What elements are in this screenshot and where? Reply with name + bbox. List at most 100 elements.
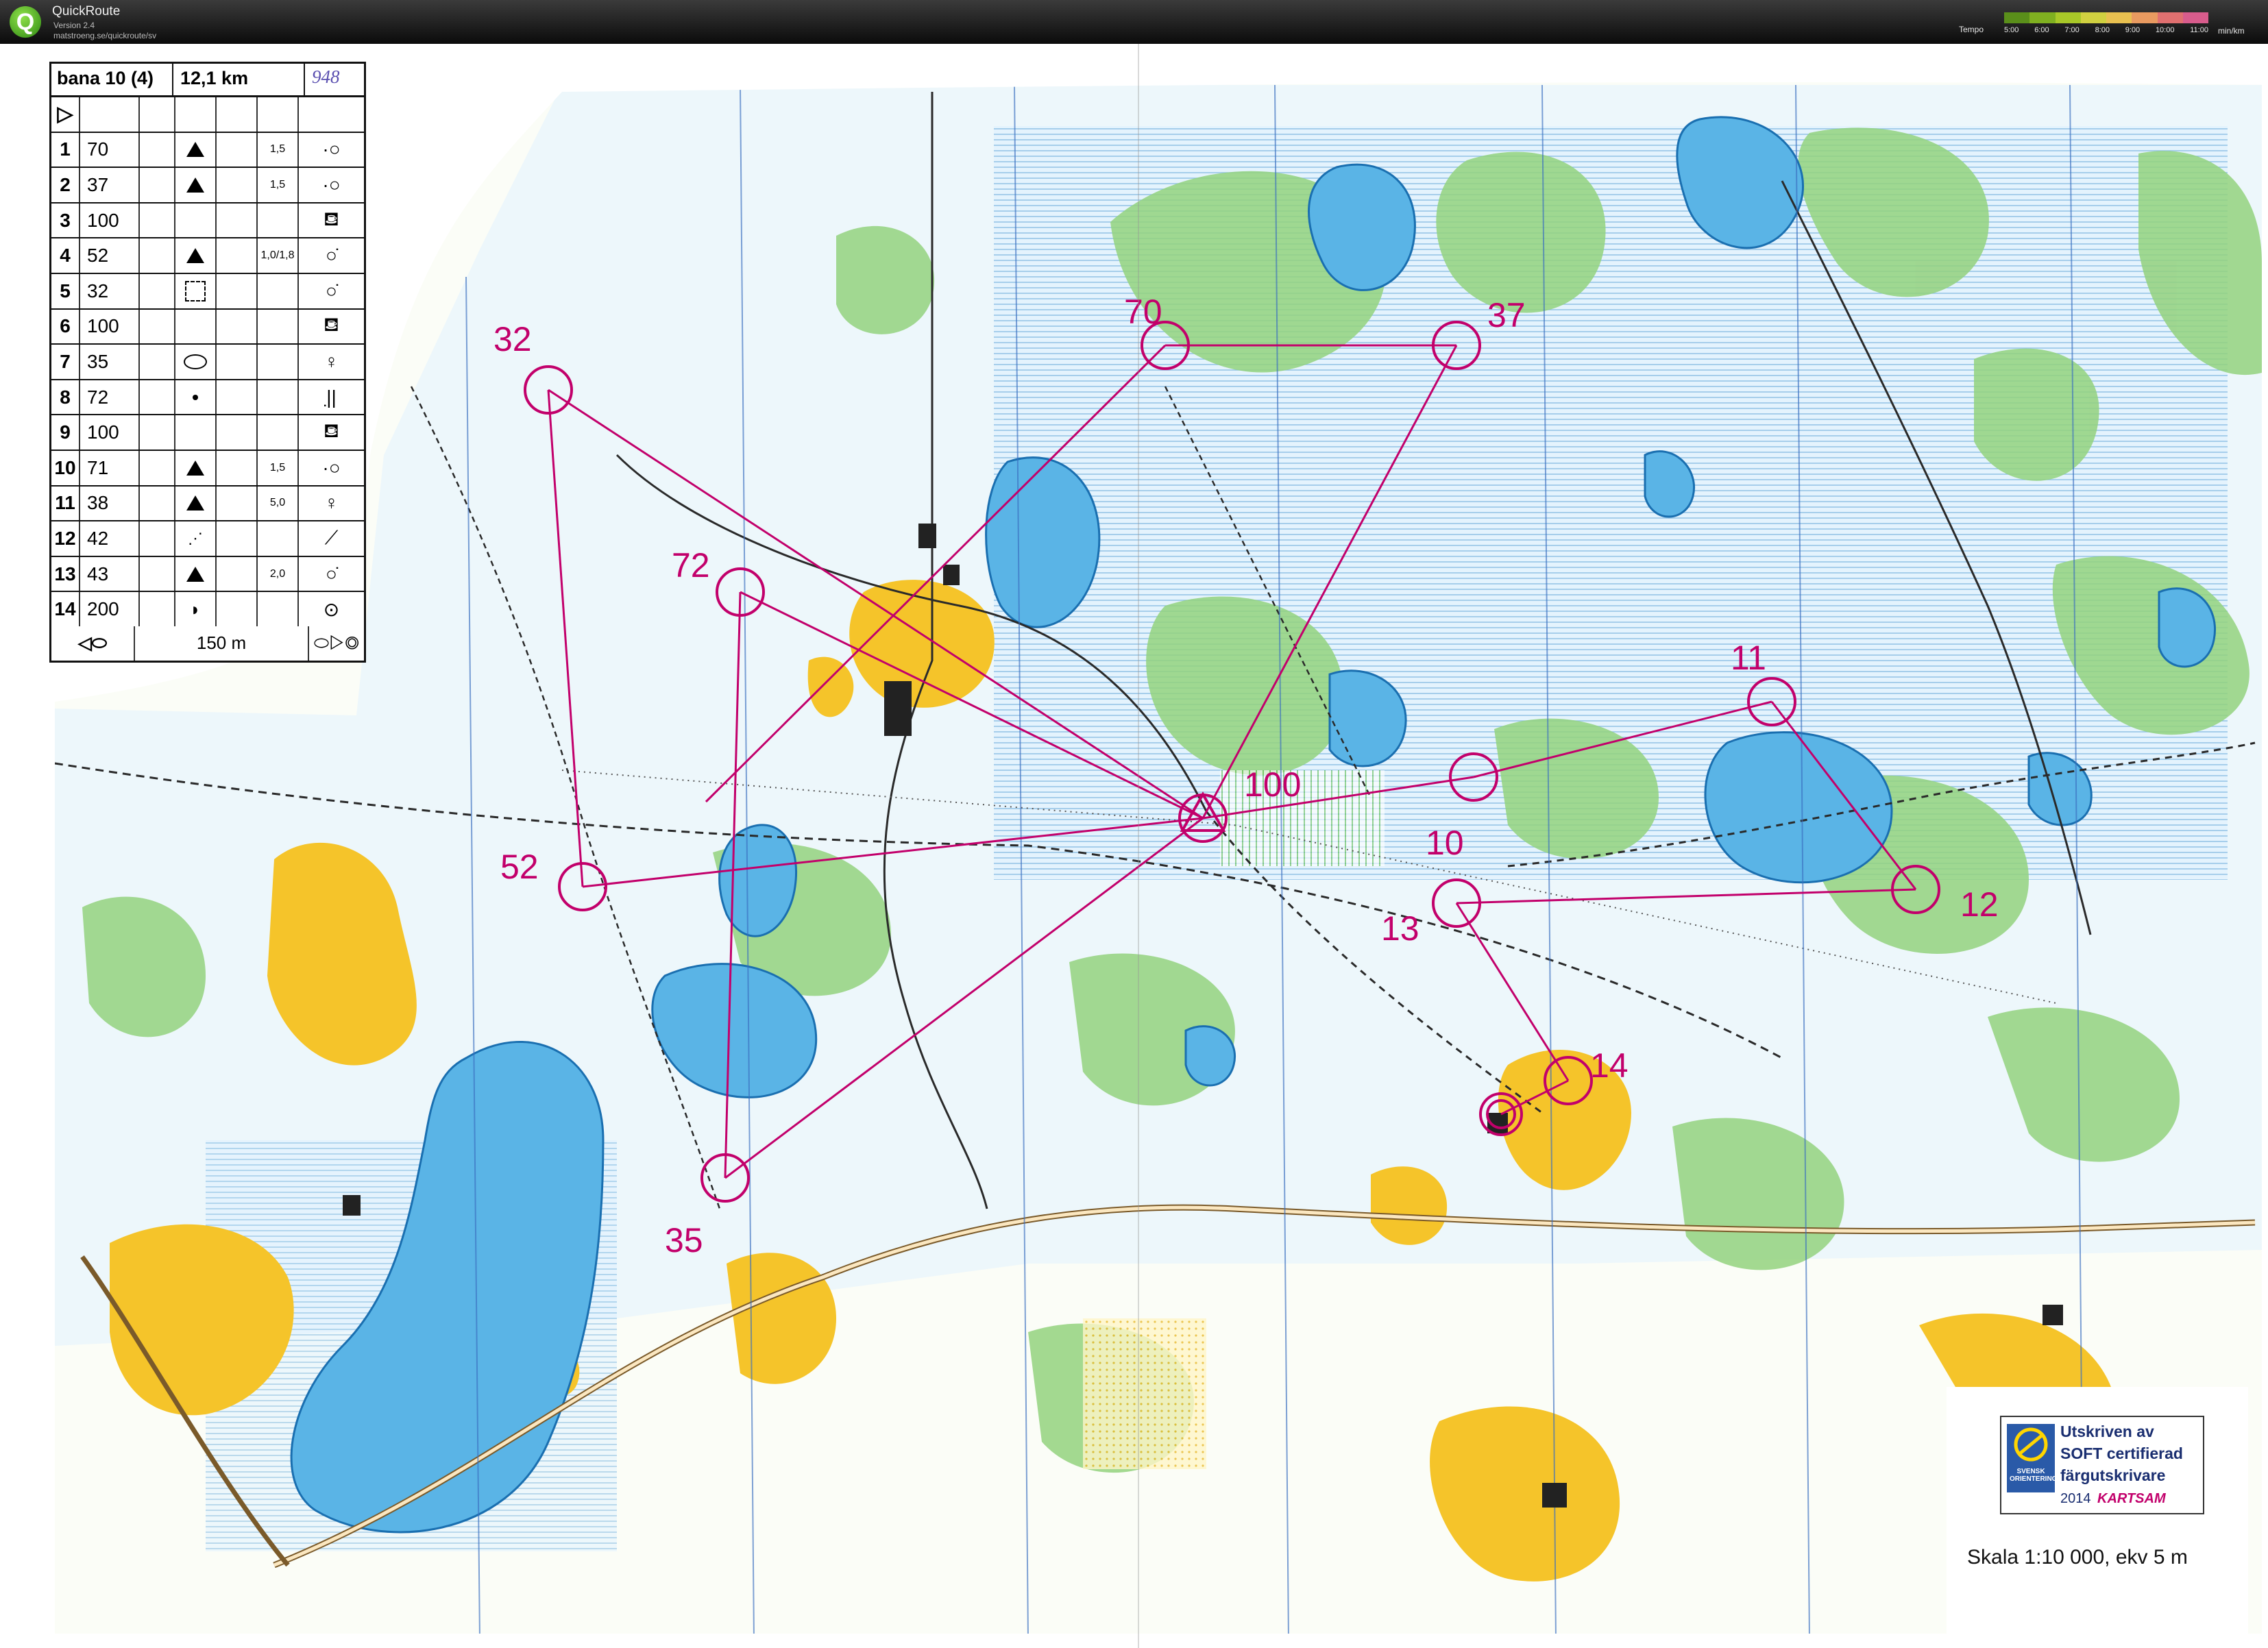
control-code: 43 [80,556,140,591]
o-left-icon: ·○ [322,456,341,478]
control-number: 12 [51,521,80,556]
control-number: 10 [51,450,80,485]
control-label: 32 [493,320,532,358]
feature-size: 5,0 [258,486,299,521]
control-description-row: 1 70 1,5 ·○ [51,132,364,169]
tempo-tick: 7:00 [2064,26,2080,34]
tempo-tick: 9:00 [2125,26,2141,34]
triangle-icon [175,450,217,485]
feature-size: 1,0/1,8 [258,238,299,273]
control-description-row: 5 32 ○̇ [51,273,364,310]
app-version: Version 2.4 [53,21,95,30]
feature-size [258,203,299,238]
map-scale: Skala 1:10 000, ekv 5 m [1967,1546,2188,1569]
triangle-icon [175,556,217,591]
certification-box: SVENSK ORIENTERING Utskriven av SOFT cer… [1947,1387,2248,1647]
empty-cell [175,309,217,344]
finish-right-icon: ⬭▷◎ [313,632,360,653]
orienteering-map[interactable]: 70 37 32 72 100 52 10 11 12 13 14 35 bana 10 (4) 12… [0,44,2268,1648]
control-label: 72 [672,546,710,585]
start-triangle-icon: ▷ [51,97,80,132]
triangle-icon [175,486,217,521]
control-code: 100 [80,415,140,450]
control-label: 52 [500,848,539,886]
control-label: 11 [1731,639,1766,677]
control-description-row: 11 38 5,0 ♀ [51,486,364,522]
drink-icon: ⛾ [324,208,339,230]
control-description-row: 13 43 2,0 ○̇ [51,556,364,593]
feature-size [258,592,299,626]
dot-icon [175,380,217,415]
control-code: 100 [80,309,140,344]
finish-row: ◁⬭ 150 m ⬭▷◎ [51,626,364,661]
control-description-row: 9 100 ⛾ [51,415,364,451]
tempo-ticks: 5:00 6:00 7:00 8:00 9:00 10:00 11:00 [2004,26,2208,34]
start-row: ▷ [51,97,364,133]
tempo-label: Tempo [1959,25,1984,34]
control-number: 14 [51,592,80,626]
drink-icon: ⛾ [324,314,339,336]
feature-size: 1,5 [258,450,299,485]
tempo-swatch [2055,12,2081,23]
control-number: 7 [51,345,80,379]
feature-size [258,273,299,308]
tempo-tick: 6:00 [2034,26,2049,34]
half-circle-icon: ◗ [175,592,217,626]
control-label: 12 [1960,885,1999,924]
feature-size [258,415,299,450]
app-url: matstroeng.se/quickroute/sv [53,31,157,40]
control-description-row: 3 100 ⛾ [51,203,364,239]
cert-brand: KARTSAM [2097,1491,2166,1506]
control-code: 52 [80,238,140,273]
control-code: 38 [80,486,140,521]
tempo-swatch [2157,12,2183,23]
o-top-icon: ○̇ [326,563,337,585]
control-code: 32 [80,273,140,308]
tempo-swatch [2004,12,2030,23]
control-number: 3 [51,203,80,238]
tempo-tick: 8:00 [2095,26,2110,34]
tempo-swatch [2029,12,2056,23]
control-code: 71 [80,450,140,485]
control-description-row: 8 72 |̣| [51,380,364,416]
bracket-icon: |̣| [326,386,337,408]
cert-line-1: Utskriven av [2060,1423,2154,1440]
tempo-tick: 5:00 [2004,26,2019,34]
badge-text: SVENSK ORIENTERING [2010,1468,2058,1483]
cert-line-3: färgutskrivare [2060,1466,2166,1484]
control-description-row: 7 35 ♀ [51,345,364,380]
control-number: 13 [51,556,80,591]
svensk-orientering-logo-icon: SVENSK ORIENTERING [2007,1424,2058,1492]
o-left-icon: ·○ [322,173,341,195]
empty-cell [175,203,217,238]
control-code: 37 [80,168,140,202]
slash-icon: ⟋ [324,527,339,549]
o-center-icon: ⊙ [323,598,340,620]
finish-distance: 150 m [135,626,309,661]
control-label: 13 [1381,909,1419,948]
o-bottom-icon: ♀ [324,350,339,372]
desc-header: bana 10 (4) 12,1 km 948 [51,64,364,97]
course-length: 12,1 km [173,64,305,95]
drink-icon: ⛾ [324,420,339,442]
control-label: 37 [1487,296,1526,334]
control-number: 6 [51,309,80,344]
control-description-row: 2 37 1,5 ·○ [51,168,364,204]
control-label: 14 [1590,1046,1629,1085]
feature-size: 1,5 [258,168,299,202]
control-code: 100 [80,203,140,238]
o-top-icon: ○̇ [326,280,337,302]
o-top-icon: ○̇ [326,245,337,267]
tempo-tick: 11:00 [2190,26,2208,34]
app-name: QuickRoute [52,4,121,19]
dotted-line-icon: ⋰ [175,521,217,556]
paper-crease [1138,44,1139,1648]
triangle-icon [175,238,217,273]
dashed-square-icon [175,273,217,308]
finish-left-icon: ◁⬭ [51,626,135,661]
empty-cell [175,415,217,450]
control-code: 72 [80,380,140,415]
control-description-row: 6 100 ⛾ [51,309,364,345]
tempo-swatch [2182,12,2208,23]
control-label: 10 [1426,824,1464,862]
